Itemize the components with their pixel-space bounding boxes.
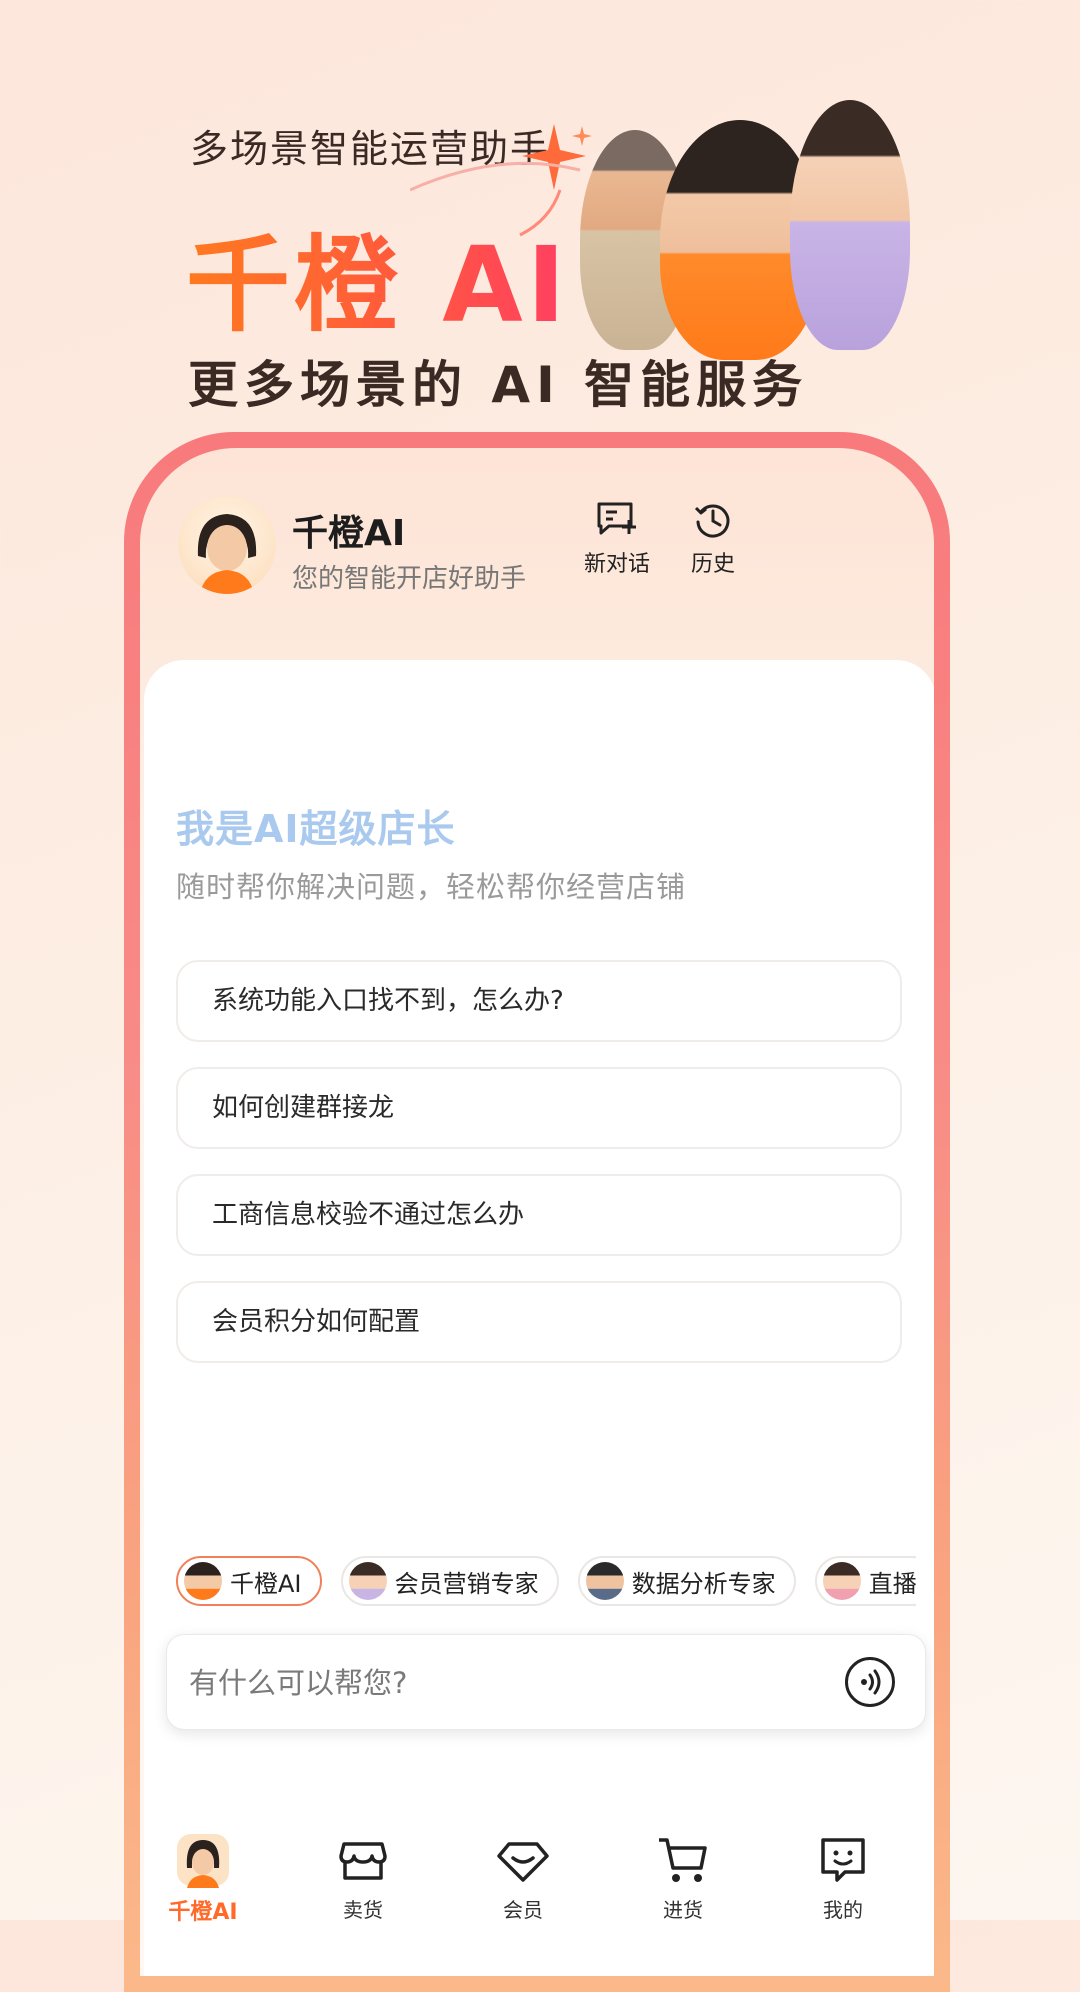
voice-input-button[interactable] [845,1657,895,1707]
suggestion-item[interactable]: 系统功能入口找不到，怎么办? [176,960,902,1042]
member-gem-icon [497,1842,549,1882]
agent-chip-row[interactable]: 千橙AI 会员营销专家 数据分析专家 直播 [176,1556,916,1610]
agent-chip-member-marketing[interactable]: 会员营销专家 [340,1556,559,1606]
hero-swoosh [410,161,581,237]
new-chat-icon [597,502,636,535]
tab-member[interactable]: 会员 [468,1832,578,1923]
assistant-avatar-illustration [197,514,257,594]
assistant-avatar[interactable] [178,496,276,594]
tab-label: 会员 [503,1898,543,1922]
tab-label: 进货 [663,1898,703,1922]
agent-chip-label: 千橙AI [230,1569,302,1598]
agent-chip-label: 数据分析专家 [631,1569,776,1598]
cart-icon [659,1838,707,1882]
agent-chip-label: 直播 [868,1569,916,1598]
chat-panel: 我是AI超级店长 随时帮你解决问题，轻松帮你经营店铺 系统功能入口找不到，怎么办… [144,660,934,1976]
tab-label: 我的 [823,1898,863,1922]
tab-label: 千橙AI [168,1900,238,1925]
welcome-headline: 我是AI超级店长 [176,807,456,851]
agent-chip-live[interactable]: 直播 [814,1556,916,1606]
phone-frame: 千橙AI 您的智能开店好助手 新对话 历史 我是AI超级店长 随时帮你解决问题，… [124,432,950,1992]
tab-purchase[interactable]: 进货 [628,1832,738,1923]
app-screen: 千橙AI 您的智能开店好助手 新对话 历史 我是AI超级店长 随时帮你解决问题，… [140,448,934,1976]
tab-qiancheng-ai[interactable]: 千橙AI [148,1832,258,1926]
agent-avatar-icon [348,1562,387,1600]
suggestion-item[interactable]: 如何创建群接龙 [176,1067,902,1149]
agent-avatar-icon [184,1562,222,1600]
hero-banner: 多场景智能运营助手 千橙 AI 更多场景的 AI 智能服务 [0,0,1080,430]
voice-wave-icon [861,1669,881,1695]
agent-chip-qiancheng-ai[interactable]: 千橙AI [176,1556,322,1606]
assistant-description: 您的智能开店好助手 [292,564,527,594]
history-button[interactable]: 历史 [668,500,758,578]
history-icon [694,504,730,538]
suggestion-item[interactable]: 工商信息校验不通过怎么办 [176,1174,902,1256]
history-label: 历史 [690,552,735,577]
store-icon [339,1842,387,1880]
suggestion-item[interactable]: 会员积分如何配置 [176,1281,902,1363]
persona-service-illustration [790,100,910,350]
tab-sell[interactable]: 卖货 [308,1832,418,1923]
new-chat-label: 新对话 [583,552,650,577]
chat-input-box[interactable] [166,1634,926,1730]
chat-input[interactable] [187,1659,791,1707]
agent-avatar-icon [822,1562,861,1600]
agent-avatar-icon [585,1562,624,1600]
assistant-name: 千橙AI [292,513,406,554]
bottom-tab-bar: 千橙AI 卖货 会员 进货 我的 [144,1832,934,1952]
tab-mine[interactable]: 我的 [788,1832,898,1923]
new-chat-button[interactable]: 新对话 [572,500,662,578]
smile-chat-icon [821,1838,865,1882]
app-header: 千橙AI 您的智能开店好助手 新对话 历史 [140,448,934,648]
agent-chip-label: 会员营销专家 [394,1569,539,1598]
welcome-subline: 随时帮你解决问题，轻松帮你经营店铺 [176,870,687,904]
agent-chip-data-analysis[interactable]: 数据分析专家 [577,1556,796,1606]
ai-avatar-icon [177,1834,229,1888]
tab-label: 卖货 [343,1898,383,1922]
